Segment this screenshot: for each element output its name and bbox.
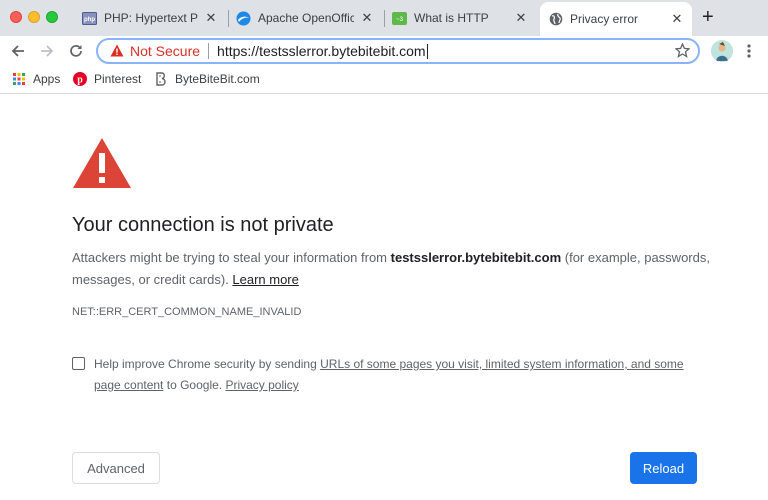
- bookmark-apps[interactable]: Apps: [12, 72, 60, 86]
- alert-triangle-icon: [72, 137, 132, 194]
- tab-strip: php PHP: Hypertext Prep ✕ Apache OpenOff…: [0, 0, 768, 36]
- text-caret: [426, 43, 428, 59]
- new-tab-button[interactable]: +: [702, 6, 714, 29]
- error-code[interactable]: NET::ERR_CERT_COMMON_NAME_INVALID: [72, 306, 301, 318]
- back-button[interactable]: [7, 40, 29, 62]
- tab-title: What is HTTP: [414, 11, 489, 25]
- back-arrow-icon: [11, 45, 24, 57]
- url-text[interactable]: https://testsslerror.bytebitebit.com: [217, 43, 426, 59]
- profile-avatar[interactable]: [711, 40, 733, 62]
- reload-button[interactable]: Reload: [630, 452, 697, 484]
- tab-title: Privacy error: [570, 12, 639, 26]
- learn-more-link[interactable]: Learn more: [232, 272, 298, 287]
- svg-text:p: p: [77, 75, 83, 86]
- openoffice-icon: [236, 11, 251, 26]
- tab-separator: [228, 10, 229, 27]
- omnibox-divider: [208, 43, 210, 59]
- reload-icon: [70, 45, 82, 57]
- page-title: Your connection is not private: [72, 214, 334, 236]
- explanation-text: Attackers might be trying to steal your …: [72, 250, 391, 265]
- svg-text:~3: ~3: [396, 17, 404, 23]
- tab-title: Apache OpenOffice: [258, 11, 354, 25]
- tab-close-icon[interactable]: ✕: [360, 10, 374, 26]
- globe-icon: [548, 12, 563, 27]
- tab-privacy-error[interactable]: Privacy error ✕: [540, 2, 692, 36]
- kebab-menu-icon[interactable]: [744, 41, 754, 61]
- tab-close-icon[interactable]: ✕: [670, 11, 684, 27]
- http-icon: ~3: [392, 11, 407, 26]
- tab-separator: [384, 10, 385, 27]
- window-minimize-button[interactable]: [28, 11, 40, 23]
- warning-triangle-icon[interactable]: [110, 44, 124, 58]
- optin-text-start: Help improve Chrome security by sending: [94, 357, 321, 371]
- bookmark-label: Pinterest: [94, 72, 142, 86]
- window-close-button[interactable]: [10, 11, 22, 23]
- forward-arrow-icon: [41, 45, 54, 57]
- tab-title: PHP: Hypertext Prep: [104, 11, 198, 25]
- address-bar[interactable]: Not Secure https://testsslerror.bytebite…: [96, 38, 700, 64]
- advanced-button[interactable]: Advanced: [72, 452, 160, 484]
- bytebitebit-icon: [154, 72, 168, 86]
- tab-close-icon[interactable]: ✕: [514, 10, 528, 26]
- window-zoom-button[interactable]: [46, 11, 58, 23]
- browser-toolbar: Not Secure https://testsslerror.bytebite…: [0, 36, 768, 66]
- pinterest-icon: p: [73, 72, 87, 86]
- apps-grid-icon: [12, 72, 26, 86]
- forward-button[interactable]: [36, 40, 58, 62]
- host-name: testsslerror.bytebitebit.com: [390, 250, 562, 265]
- tab-php[interactable]: php PHP: Hypertext Prep ✕: [78, 0, 224, 36]
- tab-http[interactable]: ~3 What is HTTP ✕: [388, 0, 534, 36]
- bookmark-bytebitebit[interactable]: ByteBiteBit.com: [154, 72, 260, 86]
- explanation-paragraph: Attackers might be trying to steal your …: [72, 247, 712, 291]
- optin-text: Help improve Chrome security by sending …: [94, 354, 692, 396]
- svg-text:php: php: [84, 17, 95, 23]
- extended-reporting-optin: Help improve Chrome security by sending …: [72, 354, 692, 396]
- bookmark-star-icon[interactable]: [674, 42, 691, 61]
- tab-openoffice[interactable]: Apache OpenOffice ✕: [232, 0, 380, 36]
- bookmark-label: Apps: [33, 72, 61, 86]
- bookmark-label: ByteBiteBit.com: [175, 72, 260, 86]
- bookmarks-bar: Apps p Pinterest ByteBiteBit.com: [0, 66, 768, 94]
- php-icon: php: [82, 11, 97, 26]
- optin-text-middle: to Google.: [163, 378, 226, 392]
- tab-close-icon[interactable]: ✕: [204, 10, 218, 26]
- bookmark-pinterest[interactable]: p Pinterest: [73, 72, 141, 86]
- optin-checkbox[interactable]: [72, 357, 85, 370]
- not-secure-label[interactable]: Not Secure: [130, 43, 200, 59]
- reload-toolbar-button[interactable]: [65, 40, 87, 62]
- privacy-policy-link[interactable]: Privacy policy: [225, 378, 298, 392]
